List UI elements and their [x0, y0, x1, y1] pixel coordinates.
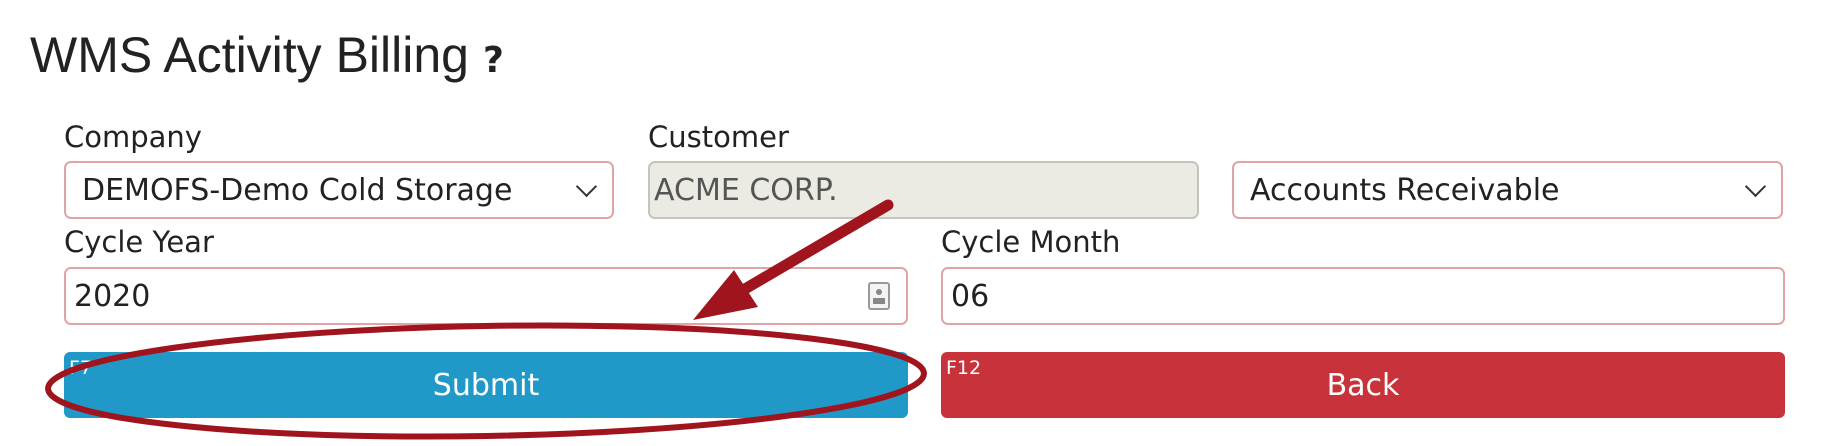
- date-picker-icon[interactable]: [868, 282, 890, 310]
- cycle-year-value: 2020: [74, 278, 151, 314]
- company-label: Company: [64, 120, 202, 154]
- chevron-down-icon: [1744, 175, 1767, 197]
- cycle-month-label: Cycle Month: [941, 225, 1121, 259]
- submit-shortcut-label: F7: [69, 357, 93, 379]
- cycle-month-value: 06: [951, 278, 990, 314]
- customer-label: Customer: [648, 120, 789, 154]
- chevron-down-icon: [575, 175, 598, 197]
- page-title: WMS Activity Billing?: [30, 26, 504, 84]
- customer-field: ACME CORP.: [648, 161, 1199, 219]
- cycle-year-label: Cycle Year: [64, 225, 214, 259]
- account-type-value: Accounts Receivable: [1250, 172, 1560, 208]
- back-button[interactable]: F12 Back: [941, 352, 1785, 418]
- billing-page: WMS Activity Billing? Company DEMOFS-Dem…: [0, 0, 1839, 446]
- submit-button[interactable]: F7 Submit: [64, 352, 908, 418]
- cycle-month-input[interactable]: 06: [941, 267, 1785, 325]
- back-shortcut-label: F12: [946, 357, 982, 379]
- help-icon[interactable]: ?: [483, 40, 504, 81]
- customer-value: ACME CORP.: [654, 172, 838, 208]
- company-select[interactable]: DEMOFS-Demo Cold Storage: [64, 161, 614, 219]
- company-value: DEMOFS-Demo Cold Storage: [82, 172, 513, 208]
- page-title-text: WMS Activity Billing: [30, 27, 469, 83]
- account-type-select[interactable]: Accounts Receivable: [1232, 161, 1783, 219]
- submit-button-label: Submit: [432, 367, 540, 403]
- cycle-year-input[interactable]: 2020: [64, 267, 908, 325]
- back-button-label: Back: [1326, 367, 1400, 403]
